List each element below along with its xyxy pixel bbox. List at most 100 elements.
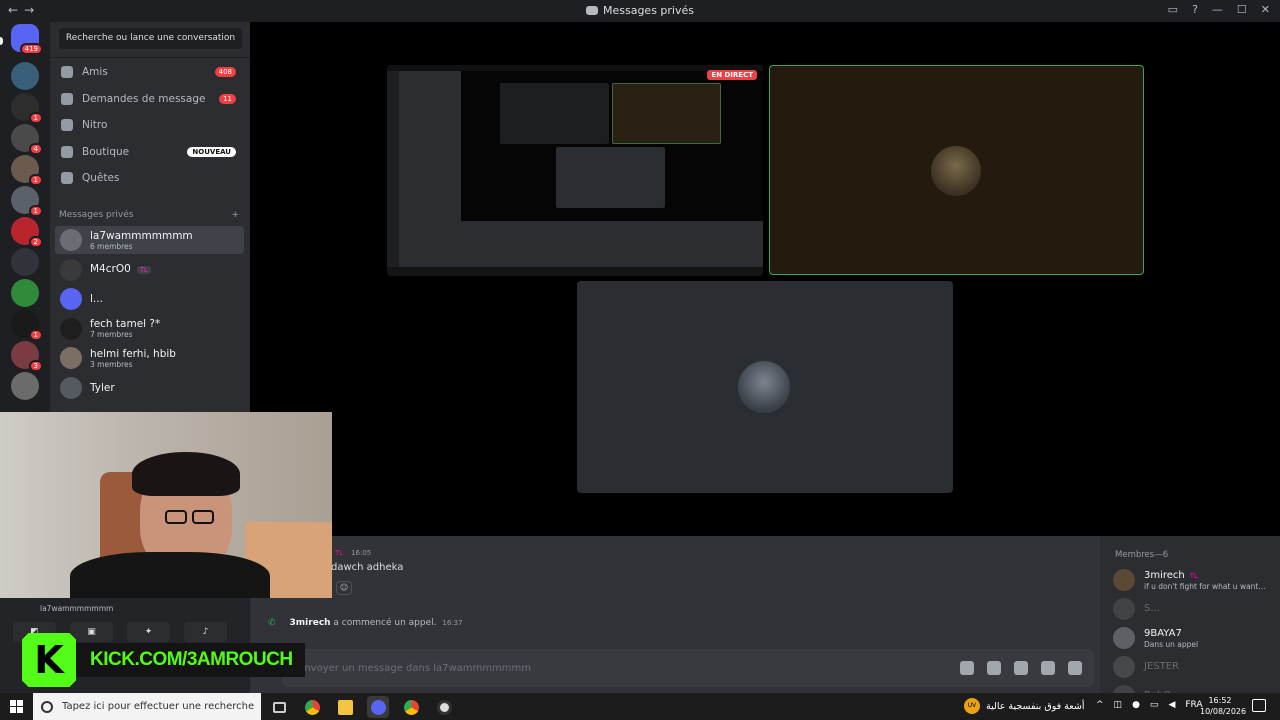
server-badge: 1 [28, 112, 43, 124]
streamer-webcam [0, 412, 332, 598]
dm-item[interactable]: M4crO0 TL [55, 256, 244, 284]
system-message: ✆ 3mirech a commencé un appel. 16:37 [268, 618, 463, 628]
taskbar-search[interactable]: Tapez ici pour effectuer une recherche [33, 693, 261, 720]
server-icon[interactable]: 1 [11, 310, 43, 341]
kick-url: KICK.COM/3AMROUCH [72, 643, 305, 677]
voice-channel-name: la7wammmmmmm [40, 604, 114, 613]
server-icon[interactable] [11, 248, 39, 276]
server-icon[interactable]: 1 [11, 186, 43, 217]
avatar [60, 347, 82, 369]
new-badge: NOUVEAU [187, 146, 236, 157]
server-badge: 1 [28, 205, 43, 217]
participant-avatar [738, 361, 790, 413]
server-icon[interactable] [11, 372, 39, 400]
dm-sidebar: Recherche ou lance une conversation Amis… [50, 22, 250, 412]
dm-item[interactable]: l... [55, 285, 244, 313]
selected-pill [0, 37, 3, 45]
home-button[interactable]: 419 [11, 24, 43, 55]
nav-item-boutique[interactable]: Boutique NOUVEAU [59, 140, 242, 164]
message-time: 16:05 [351, 549, 372, 557]
chevron-up-icon[interactable]: ^ [1096, 700, 1104, 710]
avatar [1113, 627, 1135, 649]
emoji-icon[interactable] [1041, 661, 1055, 675]
avatar [1113, 569, 1135, 591]
volume-icon[interactable]: ◀ [1168, 700, 1175, 710]
member-row[interactable]: 3mirech TL if u don't fight for what u wan… [1113, 567, 1278, 593]
discord-icon [585, 6, 598, 15]
obs-icon[interactable] [433, 696, 455, 718]
participant-avatar [931, 146, 981, 196]
minimize-icon[interactable]: — [1212, 3, 1223, 16]
microphone-icon[interactable]: ● [1132, 700, 1140, 710]
members-header: Membres—6 [1115, 550, 1169, 560]
participant-tile[interactable] [577, 281, 953, 493]
system-tray: ^ ◫ ● ▭ ◀ FRA [1096, 700, 1203, 710]
kick-logo: K [22, 633, 76, 687]
chrome-icon[interactable] [400, 696, 422, 718]
user-tag: TL [335, 549, 344, 557]
battery-icon[interactable]: ▭ [1150, 700, 1159, 710]
dm-item[interactable]: la7wammmmmmm 6 membres [55, 226, 244, 254]
server-badge: 4 [28, 143, 43, 155]
network-icon[interactable]: ◫ [1114, 700, 1123, 710]
system-user[interactable]: 3mirech [290, 618, 331, 628]
conversation-search[interactable]: Recherche ou lance une conversation [59, 28, 242, 49]
nav-item-nitro[interactable]: Nitro [59, 113, 242, 137]
server-icon[interactable]: 2 [11, 217, 43, 248]
inbox-icon[interactable]: ▭ [1168, 3, 1178, 16]
close-icon[interactable]: ✕ [1261, 3, 1270, 16]
message-text: dawch adheka [331, 562, 404, 573]
chrome-icon[interactable] [301, 696, 323, 718]
server-badge: 1 [28, 329, 43, 341]
task-view-icon[interactable] [268, 696, 290, 718]
start-button[interactable] [10, 700, 23, 713]
add-reaction-icon[interactable]: ☺ [336, 581, 352, 595]
message-input[interactable] [298, 660, 858, 676]
taskbar-clock[interactable]: 16:52 10/08/2026 [1200, 695, 1246, 717]
nav-item-qu-tes[interactable]: Quêtes [59, 166, 242, 190]
title-bar: ←→ Messages privés ▭ ? — ☐ ✕ [0, 0, 1280, 22]
member-row[interactable]: S... [1113, 596, 1278, 622]
dm-item[interactable]: fech tamel ?* 7 membres [55, 315, 244, 343]
sticker-icon[interactable] [1014, 661, 1028, 675]
nav-item-amis[interactable]: Amis 408 [59, 60, 242, 84]
dm-item[interactable]: helmi ferhi, hbib 3 membres [55, 344, 244, 372]
call-stage: EN DIRECT [250, 22, 1280, 536]
server-icon[interactable]: 1 [11, 155, 43, 186]
help-icon[interactable]: ? [1192, 3, 1198, 16]
message-composer [282, 649, 1094, 687]
server-icon[interactable]: 4 [11, 124, 43, 155]
window-controls: ▭ ? — ☐ ✕ [1168, 3, 1270, 16]
discord-taskbar-icon[interactable] [367, 696, 389, 718]
member-row[interactable]: 9BAYA7 Dans un appel [1113, 625, 1278, 651]
window-title: Messages privés [0, 4, 1280, 17]
apps-icon[interactable] [1068, 661, 1082, 675]
dm-item[interactable]: Tyler [55, 374, 244, 402]
user-tag: TL [1189, 571, 1198, 580]
gift-icon[interactable] [960, 661, 974, 675]
add-dm-icon[interactable]: + [231, 210, 239, 220]
server-icon[interactable]: 3 [11, 341, 43, 372]
server-icon[interactable] [11, 279, 39, 307]
glasses [165, 510, 187, 524]
gif-icon[interactable] [987, 661, 1001, 675]
server-icon[interactable] [11, 62, 39, 90]
file-explorer-icon[interactable] [334, 696, 356, 718]
home-badge: 419 [19, 43, 43, 55]
avatar [60, 317, 82, 340]
avatar [60, 376, 82, 399]
member-row[interactable]: JESTER [1113, 654, 1278, 680]
friends-icon [61, 66, 73, 78]
search-icon [41, 700, 53, 713]
participant-tile-speaking[interactable] [769, 65, 1144, 275]
weather-widget[interactable]: UV أشعة فوق بنفسجية عالية [964, 698, 1084, 714]
server-icon[interactable]: 1 [11, 93, 43, 124]
screen-share-tile[interactable]: EN DIRECT [387, 65, 763, 276]
windows-taskbar: Tapez ici pour effectuer une recherche U… [0, 693, 1280, 720]
maximize-icon[interactable]: ☐ [1237, 3, 1247, 16]
count-badge: 11 [219, 93, 236, 104]
count-badge: 408 [214, 67, 236, 77]
nav-item-demandes-de-message[interactable]: Demandes de message 11 [59, 87, 242, 111]
hair [132, 452, 240, 496]
notifications-icon[interactable] [1252, 699, 1266, 712]
